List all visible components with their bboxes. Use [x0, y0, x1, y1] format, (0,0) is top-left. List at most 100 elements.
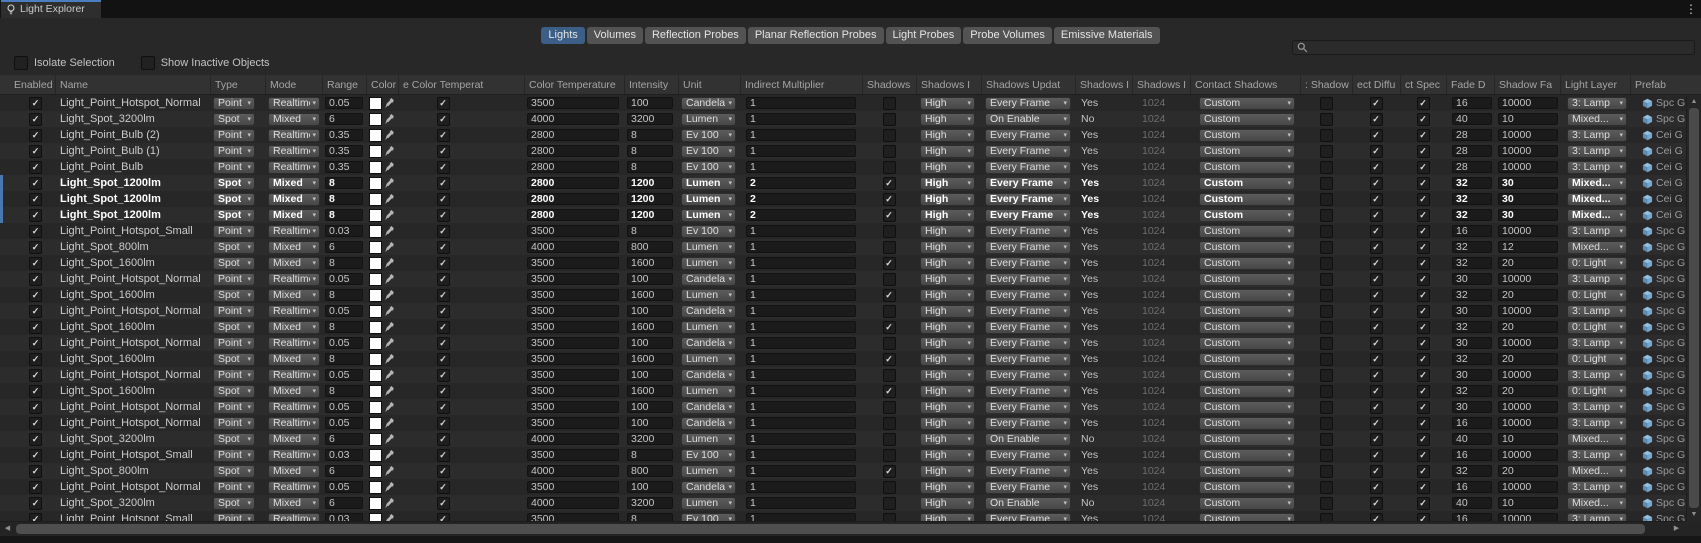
- color-swatch[interactable]: [369, 385, 382, 398]
- color-swatch[interactable]: [369, 497, 382, 510]
- enabled-checkbox[interactable]: ✓: [29, 385, 42, 398]
- prefab-link[interactable]: Spc G: [1630, 289, 1685, 301]
- eyedropper-icon[interactable]: [385, 113, 395, 125]
- unit-dropdown[interactable]: Lumen▾: [681, 257, 736, 270]
- mode-dropdown[interactable]: Mixed▾: [268, 465, 320, 478]
- intensity-field[interactable]: 1600: [627, 257, 673, 269]
- use-color-temperature-checkbox[interactable]: ✓: [437, 241, 450, 254]
- prefab-link[interactable]: Spc G: [1630, 385, 1685, 397]
- color-swatch[interactable]: [369, 177, 382, 190]
- shadows-update-dropdown[interactable]: Every Frame▾: [985, 481, 1071, 494]
- unit-dropdown[interactable]: Candela▾: [681, 369, 736, 382]
- affect-diffuse-checkbox[interactable]: ✓: [1370, 481, 1383, 494]
- contact-shadows-dropdown[interactable]: Custom▾: [1199, 289, 1295, 302]
- light-layer-dropdown[interactable]: 0: Light▾: [1567, 257, 1627, 270]
- shadows-update-dropdown[interactable]: Every Frame▾: [985, 337, 1071, 350]
- affect-diffuse-checkbox[interactable]: ✓: [1370, 417, 1383, 430]
- color-temperature-field[interactable]: 3500: [527, 273, 619, 285]
- color-swatch[interactable]: [369, 289, 382, 302]
- color-swatch[interactable]: [369, 193, 382, 206]
- indirect-multiplier-field[interactable]: 1: [746, 417, 856, 429]
- color-temperature-field[interactable]: 3500: [527, 369, 619, 381]
- range-field[interactable]: 6: [325, 433, 363, 445]
- color-swatch[interactable]: [369, 369, 382, 382]
- shadows-resolution-dropdown[interactable]: High▾: [920, 273, 975, 286]
- eyedropper-icon[interactable]: [385, 385, 395, 397]
- enabled-checkbox[interactable]: ✓: [29, 417, 42, 430]
- affect-specular-checkbox[interactable]: ✓: [1417, 289, 1430, 302]
- light-layer-dropdown[interactable]: 3: Lamp▾: [1567, 513, 1627, 522]
- eyedropper-icon[interactable]: [385, 129, 395, 141]
- fade-distance-field[interactable]: 30: [1452, 337, 1492, 349]
- use-color-temperature-checkbox[interactable]: ✓: [437, 225, 450, 238]
- shadows-checkbox[interactable]: ✓: [883, 465, 896, 478]
- prefab-link[interactable]: Spc G: [1630, 497, 1685, 509]
- prefab-link[interactable]: Spc G: [1630, 417, 1685, 429]
- shadows-update-dropdown[interactable]: Every Frame▾: [985, 305, 1071, 318]
- eyedropper-icon[interactable]: [385, 401, 395, 413]
- shadows-resolution-dropdown[interactable]: High▾: [920, 97, 975, 110]
- light-layer-dropdown[interactable]: 3: Lamp▾: [1567, 401, 1627, 414]
- intensity-field[interactable]: 3200: [627, 497, 673, 509]
- affect-diffuse-checkbox[interactable]: ✓: [1370, 289, 1383, 302]
- affect-specular-checkbox[interactable]: ✓: [1417, 209, 1430, 222]
- prefab-link[interactable]: Spc G: [1630, 225, 1685, 237]
- unit-dropdown[interactable]: Lumen▾: [681, 289, 736, 302]
- affect-specular-checkbox[interactable]: ✓: [1417, 113, 1430, 126]
- eyedropper-icon[interactable]: [385, 193, 395, 205]
- shadow-fade-distance-field[interactable]: 20: [1498, 353, 1558, 365]
- intensity-field[interactable]: 8: [627, 513, 673, 521]
- shadow-fade-distance-field[interactable]: 30: [1498, 193, 1558, 205]
- column-header[interactable]: Intensity: [624, 75, 678, 94]
- color-temperature-field[interactable]: 3500: [527, 289, 619, 301]
- light-layer-dropdown[interactable]: Mixed...▾: [1567, 209, 1627, 222]
- contact-shadows-dropdown[interactable]: Custom▾: [1199, 337, 1295, 350]
- affect-specular-checkbox[interactable]: ✓: [1417, 257, 1430, 270]
- fade-distance-field[interactable]: 16: [1452, 449, 1492, 461]
- affect-specular-checkbox[interactable]: ✓: [1417, 513, 1430, 522]
- range-field[interactable]: 0.35: [325, 161, 363, 173]
- vertical-scrollbar[interactable]: ▲ ▼: [1686, 95, 1701, 521]
- tab-lights[interactable]: Lights: [541, 27, 584, 44]
- affect-diffuse-checkbox[interactable]: ✓: [1370, 465, 1383, 478]
- mode-dropdown[interactable]: Realtime▾: [268, 369, 320, 382]
- intensity-field[interactable]: 1200: [627, 177, 673, 189]
- use-color-temperature-checkbox[interactable]: ✓: [437, 449, 450, 462]
- type-dropdown[interactable]: Point▾: [213, 145, 255, 158]
- use-color-temperature-checkbox[interactable]: ✓: [437, 305, 450, 318]
- shadow-fade-distance-field[interactable]: 20: [1498, 289, 1558, 301]
- mode-dropdown[interactable]: Realtime▾: [268, 145, 320, 158]
- mode-dropdown[interactable]: Mixed▾: [268, 385, 320, 398]
- tab-light-probes[interactable]: Light Probes: [886, 27, 962, 44]
- column-header[interactable]: Range: [322, 75, 366, 94]
- unit-dropdown[interactable]: Lumen▾: [681, 241, 736, 254]
- shadows-update-dropdown[interactable]: Every Frame▾: [985, 449, 1071, 462]
- enabled-checkbox[interactable]: ✓: [29, 97, 42, 110]
- prefab-link[interactable]: Cei G: [1630, 145, 1683, 157]
- shadow-fade-distance-field[interactable]: 10: [1498, 113, 1558, 125]
- prefab-link[interactable]: Cei G: [1630, 209, 1683, 221]
- affect-diffuse-checkbox[interactable]: ✓: [1370, 129, 1383, 142]
- shadows-resolution-dropdown[interactable]: High▾: [920, 113, 975, 126]
- use-color-temperature-checkbox[interactable]: ✓: [437, 161, 450, 174]
- shadows-update-dropdown[interactable]: Every Frame▾: [985, 369, 1071, 382]
- shadows-update-dropdown[interactable]: Every Frame▾: [985, 97, 1071, 110]
- eyedropper-icon[interactable]: [385, 337, 395, 349]
- color-swatch[interactable]: [369, 449, 382, 462]
- use-color-temperature-checkbox[interactable]: ✓: [437, 353, 450, 366]
- eyedropper-icon[interactable]: [385, 97, 395, 109]
- use-color-temperature-checkbox[interactable]: ✓: [437, 337, 450, 350]
- shadows-resolution-dropdown[interactable]: High▾: [920, 129, 975, 142]
- shadow-flag-checkbox[interactable]: [1320, 369, 1333, 382]
- affect-diffuse-checkbox[interactable]: ✓: [1370, 337, 1383, 350]
- indirect-multiplier-field[interactable]: 1: [746, 97, 856, 109]
- type-dropdown[interactable]: Point▾: [213, 305, 255, 318]
- prefab-link[interactable]: Spc G: [1630, 465, 1685, 477]
- affect-diffuse-checkbox[interactable]: ✓: [1370, 369, 1383, 382]
- shadows-resolution-dropdown[interactable]: High▾: [920, 257, 975, 270]
- shadow-flag-checkbox[interactable]: [1320, 225, 1333, 238]
- mode-dropdown[interactable]: Mixed▾: [268, 257, 320, 270]
- enabled-checkbox[interactable]: ✓: [29, 177, 42, 190]
- table-row[interactable]: ✓Light_Point_Hotspot_SmallPoint▾Realtime…: [0, 223, 1686, 239]
- type-dropdown[interactable]: Spot▾: [213, 385, 255, 398]
